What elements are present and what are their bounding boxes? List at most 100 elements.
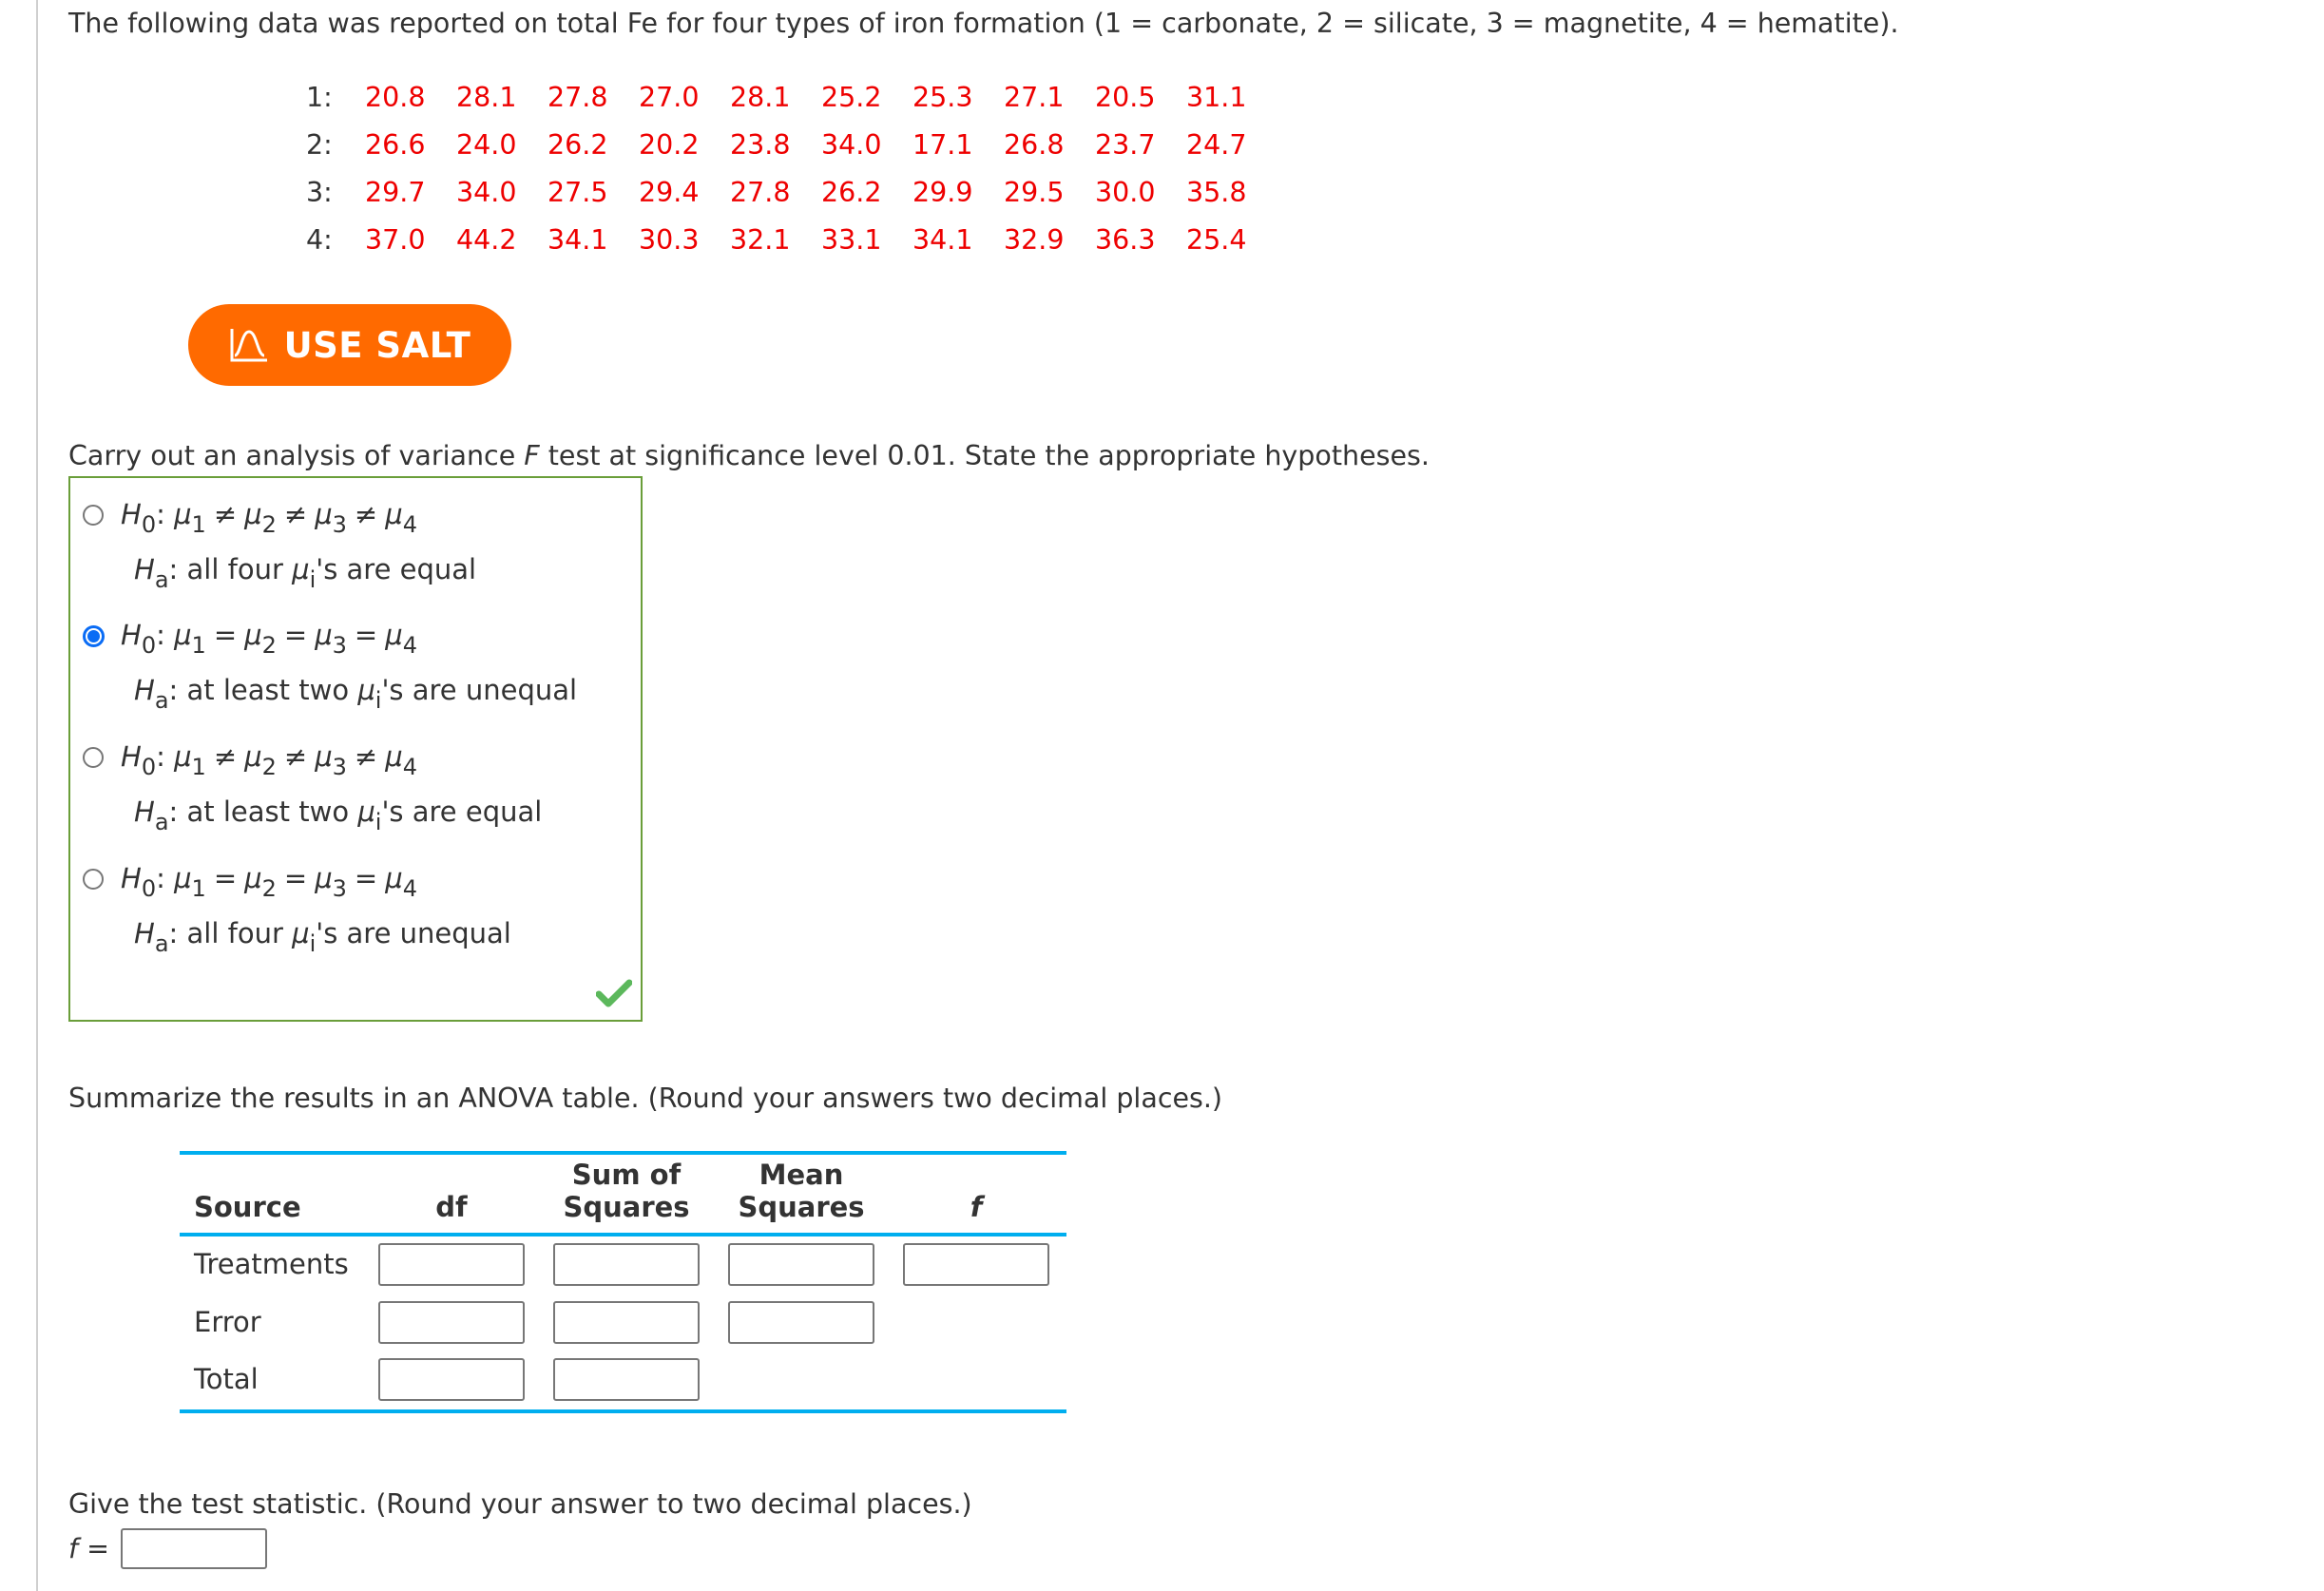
treatments-ms-input[interactable]	[728, 1243, 874, 1286]
data-row: 4: 37.0 44.2 34.1 30.3 32.1 33.1 34.1 32.9 36.3 25…	[306, 223, 1277, 258]
h-symbol: H	[134, 553, 155, 585]
ha-text-1: : at least two	[168, 674, 358, 706]
equals-sign: =	[86, 1533, 109, 1564]
data-value: 29.7	[365, 177, 426, 208]
operator: ≠	[283, 740, 308, 773]
mu-symbol: μ	[174, 498, 192, 530]
h-subscript: 0	[141, 875, 157, 902]
f-statistic-input[interactable]	[121, 1528, 267, 1569]
data-value: 27.8	[730, 177, 791, 208]
mu-symbol: μ	[292, 553, 310, 585]
prompt-text-2: test at significance level 0.01. State t…	[539, 440, 1430, 471]
mu-symbol: μ	[174, 619, 192, 651]
ha-text-1: : all four	[168, 553, 293, 585]
h-subscript: a	[154, 930, 169, 957]
h-subscript: a	[154, 566, 169, 593]
error-ms-input[interactable]	[728, 1301, 874, 1344]
data-value: 32.1	[730, 224, 791, 256]
error-df-input[interactable]	[378, 1301, 525, 1344]
data-value: 26.8	[1004, 129, 1065, 161]
radio-button-selected[interactable]	[83, 625, 105, 647]
ha-text-1: : at least two	[168, 796, 358, 828]
operator: =	[283, 862, 308, 894]
radio-button[interactable]	[83, 747, 104, 768]
anova-row-label: Error	[194, 1306, 261, 1338]
total-ss-input[interactable]	[553, 1358, 700, 1401]
use-salt-button[interactable]: USE SALT	[188, 304, 511, 386]
data-value: 28.1	[730, 82, 791, 113]
ha-text-2: 's are unequal	[381, 674, 578, 706]
mu-symbol: μ	[244, 862, 262, 894]
data-value: 44.2	[456, 224, 517, 256]
mu-subscript: 4	[402, 875, 417, 902]
data-value: 26.2	[547, 129, 608, 161]
ha-text-2: 's are equal	[381, 796, 543, 828]
operator: ≠	[213, 498, 238, 530]
data-value: 26.6	[365, 129, 426, 161]
data-row: 3: 29.7 34.0 27.5 29.4 27.8 26.2 29.9 29.5 30.0 35…	[306, 176, 1277, 210]
total-df-input[interactable]	[378, 1358, 525, 1401]
treatments-df-input[interactable]	[378, 1243, 525, 1286]
ha-text-1: : all four	[168, 917, 293, 949]
mu-symbol: μ	[244, 619, 262, 651]
radio-button[interactable]	[83, 505, 104, 526]
table-header-rule	[180, 1233, 1066, 1236]
data-value: 27.5	[547, 177, 608, 208]
data-value: 30.3	[639, 224, 700, 256]
f-label: f =	[68, 1533, 109, 1565]
treatments-ss-input[interactable]	[553, 1243, 700, 1286]
mu-subscript: 2	[261, 875, 277, 902]
data-value: 20.8	[365, 82, 426, 113]
h-subscript: 0	[141, 754, 157, 780]
alternative-hypothesis: Ha: at least two μi's are equal	[134, 795, 543, 834]
data-value: 25.4	[1186, 224, 1247, 256]
data-value: 29.4	[639, 177, 700, 208]
alternative-hypothesis: Ha: all four μi's are unequal	[134, 916, 511, 955]
treatments-f-input[interactable]	[903, 1243, 1049, 1286]
null-hypothesis: H0: μ1 ≠ μ2 ≠ μ3 ≠ μ4	[121, 740, 417, 780]
data-value: 25.3	[912, 82, 973, 113]
checkmark-icon	[596, 979, 632, 1007]
prompt-text-1: Carry out an analysis of variance	[68, 440, 525, 471]
data-value: 24.7	[1186, 129, 1247, 161]
bell-curve-chart-icon	[230, 329, 267, 362]
hypotheses-prompt: Carry out an analysis of variance F test…	[68, 440, 1430, 472]
h-subscript: 0	[141, 632, 157, 659]
data-value: 34.1	[547, 224, 608, 256]
header-source: Source	[194, 1191, 301, 1223]
mu-subscript: 3	[332, 511, 347, 538]
mu-subscript: 1	[191, 754, 206, 780]
data-value: 25.2	[821, 82, 882, 113]
h-symbol: H	[121, 619, 142, 651]
operator: ≠	[283, 498, 308, 530]
table-top-rule	[180, 1151, 1066, 1155]
prompt-var-F: F	[524, 440, 540, 471]
data-value: 35.8	[1186, 177, 1247, 208]
mu-symbol: μ	[357, 796, 375, 828]
data-value: 34.1	[912, 224, 973, 256]
data-row-label: 3:	[306, 177, 333, 208]
header-f: f	[970, 1191, 983, 1223]
mu-subscript: 3	[332, 632, 347, 659]
data-value: 33.1	[821, 224, 882, 256]
data-value: 24.0	[456, 129, 517, 161]
null-hypothesis: H0: μ1 = μ2 = μ3 = μ4	[121, 862, 417, 902]
data-value: 23.8	[730, 129, 791, 161]
alternative-hypothesis: Ha: at least two μi's are unequal	[134, 673, 578, 712]
h-symbol: H	[121, 740, 142, 773]
data-value: 34.0	[456, 177, 517, 208]
data-value: 20.5	[1095, 82, 1156, 113]
mu-subscript: 4	[402, 632, 417, 659]
header-mean-squares: Mean Squares	[728, 1159, 874, 1223]
radio-button[interactable]	[83, 869, 104, 890]
header-sum-of-squares: Sum of Squares	[553, 1159, 700, 1223]
error-ss-input[interactable]	[553, 1301, 700, 1344]
f-var: f	[68, 1533, 79, 1564]
use-salt-label: USE SALT	[283, 324, 471, 366]
data-value: 30.0	[1095, 177, 1156, 208]
mu-subscript: 4	[402, 511, 417, 538]
operator: ≠	[354, 498, 378, 530]
mu-symbol: μ	[315, 619, 333, 651]
header-ms-line1: Mean	[759, 1159, 844, 1191]
operator: =	[283, 619, 308, 651]
